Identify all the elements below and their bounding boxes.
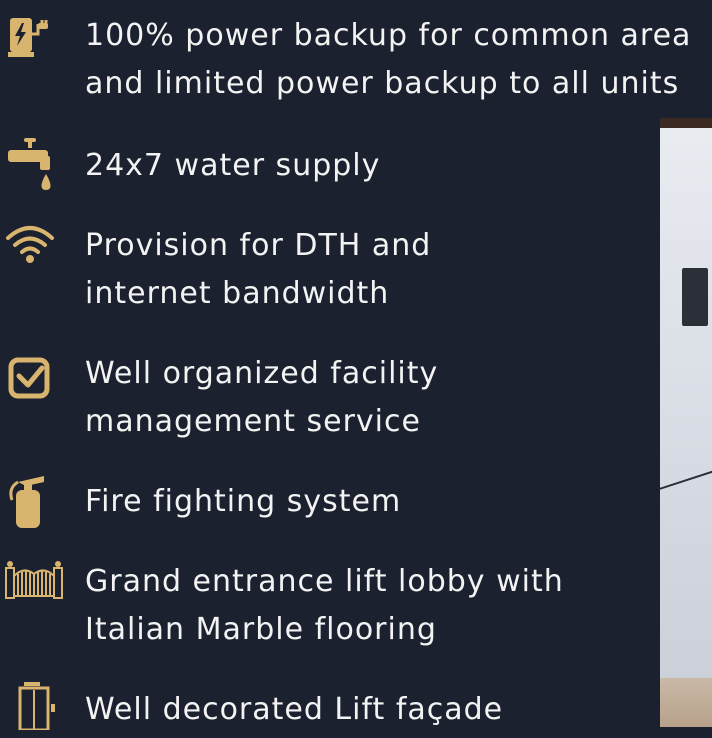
- elevator-icon: [4, 682, 60, 738]
- amenity-line: management service: [85, 404, 421, 439]
- wifi-icon: [4, 222, 60, 278]
- amenity-text: 24x7 water supply: [85, 142, 710, 190]
- amenity-line: Italian Marble flooring: [85, 612, 437, 647]
- amenity-text: Provision for DTH and internet bandwidth: [85, 222, 710, 318]
- amenity-text: 100% power backup for common area and li…: [85, 12, 710, 108]
- amenity-line: Fire fighting system: [85, 484, 402, 519]
- amenity-line: and limited power backup to all units: [85, 66, 680, 101]
- checkbox-icon: [4, 356, 60, 412]
- amenity-line: Well organized facility: [85, 356, 439, 391]
- amenity-text: Grand entrance lift lobby with Italian M…: [85, 558, 710, 654]
- amenity-text: Well organized facility management servi…: [85, 350, 710, 446]
- water-tap-icon: [4, 136, 60, 192]
- amenity-line: 24x7 water supply: [85, 148, 381, 183]
- gate-icon: [4, 558, 63, 614]
- ev-charger-icon: [4, 12, 60, 68]
- amenity-text: Fire fighting system: [85, 478, 710, 526]
- amenity-line: internet bandwidth: [85, 276, 390, 311]
- fire-extinguisher-icon: [4, 474, 60, 530]
- amenity-line: Grand entrance lift lobby with: [85, 564, 564, 599]
- amenity-line: 100% power backup for common area: [85, 18, 692, 53]
- amenity-line: Provision for DTH and: [85, 228, 432, 263]
